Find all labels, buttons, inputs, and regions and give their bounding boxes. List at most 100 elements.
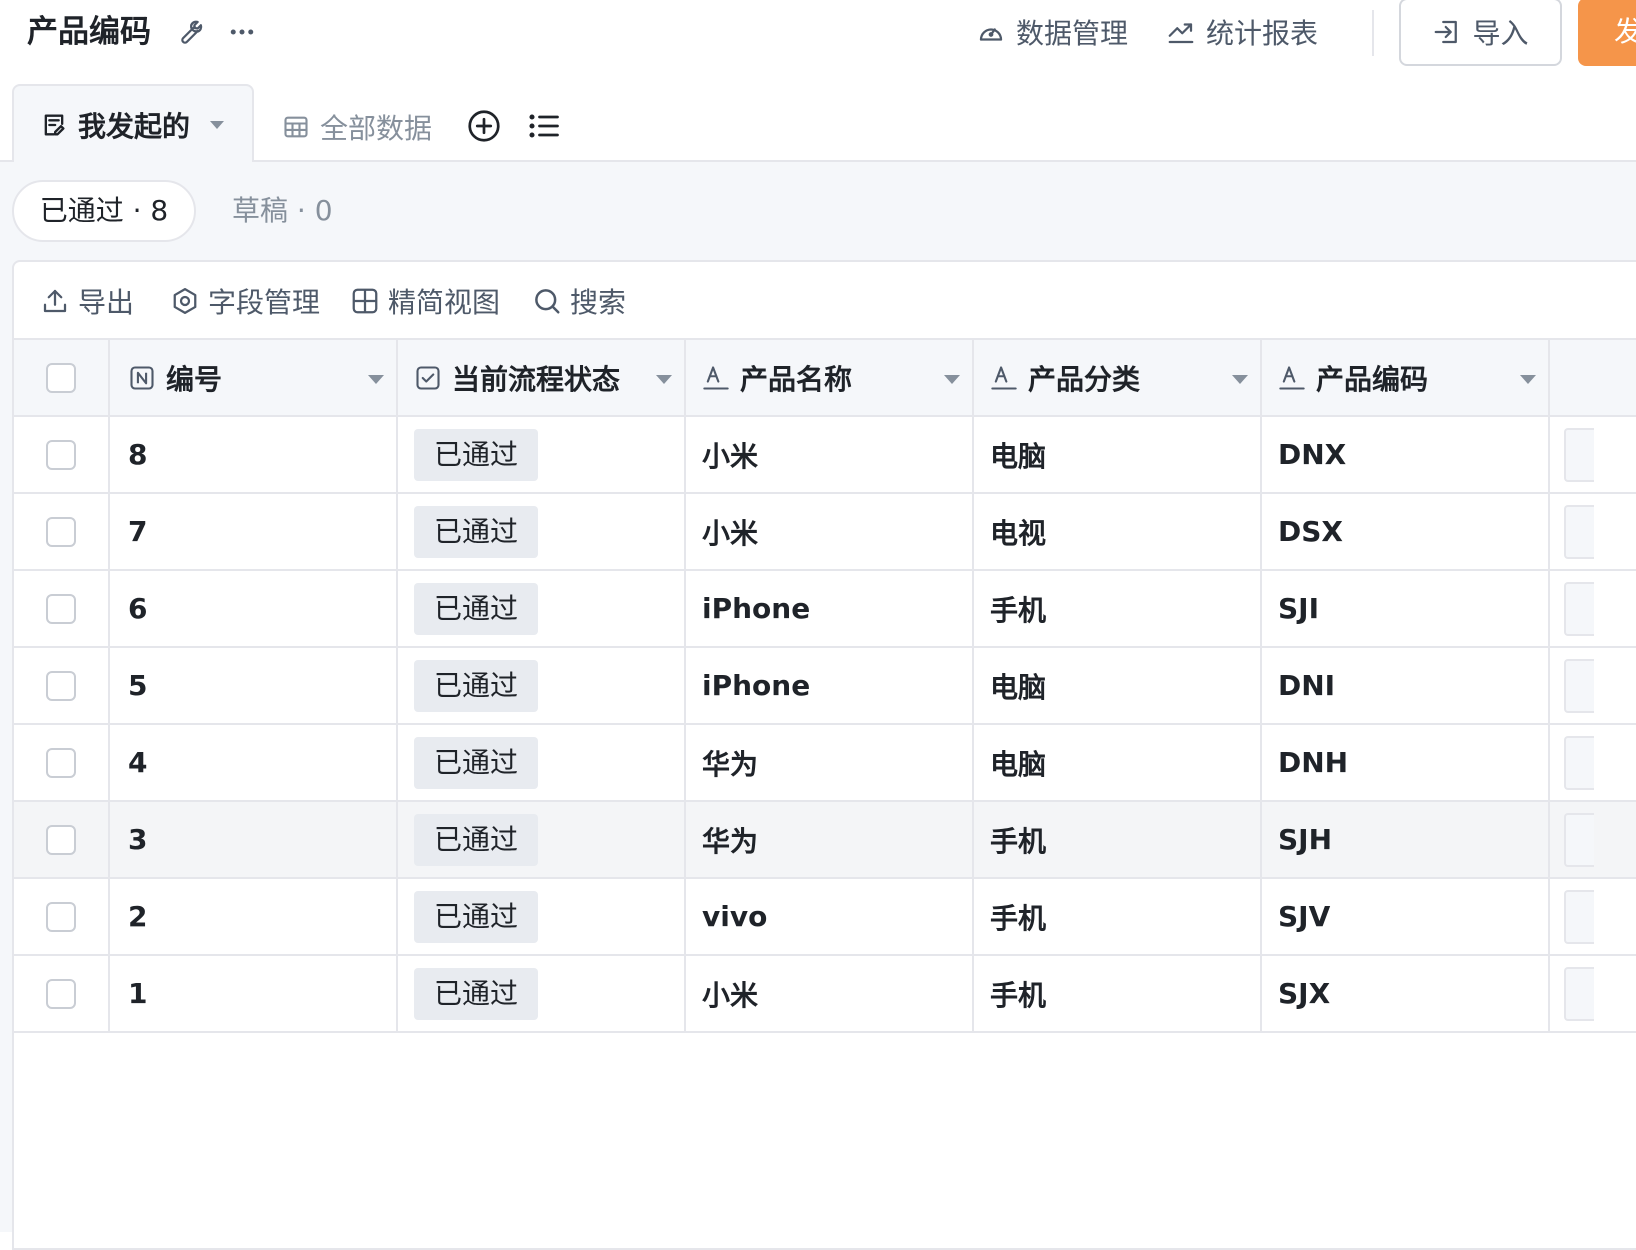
product-category: 电视 bbox=[990, 516, 1047, 550]
column-header-id[interactable]: 编号 bbox=[110, 340, 398, 415]
import-button[interactable]: 导入 bbox=[1399, 0, 1562, 66]
text-field-icon bbox=[990, 364, 1018, 392]
table-row[interactable]: 5 已通过 iPhone 电脑 DNI bbox=[14, 648, 1636, 725]
table-row[interactable]: 6 已通过 iPhone 手机 SJI bbox=[14, 571, 1636, 648]
cell-id: 7 bbox=[110, 494, 398, 569]
product-category: 手机 bbox=[990, 824, 1047, 858]
view-tab-bar: 我发起的 全部数据 bbox=[0, 66, 1636, 164]
product-name: iPhone bbox=[702, 669, 811, 702]
cell-id: 5 bbox=[110, 648, 398, 723]
tab-all-data-label: 全部数据 bbox=[320, 112, 433, 145]
row-checkbox[interactable] bbox=[46, 670, 76, 701]
table-row[interactable]: 7 已通过 小米 电视 DSX bbox=[14, 494, 1636, 571]
cell-product-code: DNI bbox=[1262, 648, 1550, 723]
filter-approved[interactable]: 已通过 · 8 bbox=[12, 180, 196, 242]
product-name: 华为 bbox=[702, 824, 759, 858]
column-header-label: 产品分类 bbox=[1028, 362, 1141, 396]
export-label: 导出 bbox=[78, 286, 135, 319]
table-row[interactable]: 2 已通过 vivo 手机 SJV bbox=[14, 879, 1636, 956]
cell-category: 电脑 bbox=[974, 417, 1262, 492]
compact-view-button[interactable]: 精简视图 bbox=[350, 280, 500, 322]
view-list-icon[interactable] bbox=[522, 104, 566, 148]
upload-icon bbox=[40, 286, 70, 316]
product-category: 手机 bbox=[990, 901, 1047, 935]
cell-product-code: SJV bbox=[1262, 879, 1550, 954]
filter-draft[interactable]: 草稿 · 0 bbox=[232, 180, 333, 242]
tab-all-data[interactable]: 全部数据 bbox=[282, 102, 432, 152]
table-row[interactable]: 8 已通过 小米 电脑 DNX bbox=[14, 417, 1636, 494]
column-menu-icon[interactable] bbox=[368, 375, 384, 384]
status-badge: 已通过 bbox=[414, 505, 539, 558]
page-title: 产品编码 bbox=[27, 14, 151, 50]
column-header-label: 产品编码 bbox=[1316, 362, 1429, 396]
row-select-cell bbox=[14, 571, 110, 646]
cell-product-name: 小米 bbox=[686, 956, 974, 1031]
column-header-product-name[interactable]: 产品名称 bbox=[686, 340, 974, 415]
row-checkbox[interactable] bbox=[46, 824, 76, 855]
cell-id: 1 bbox=[110, 956, 398, 1031]
column-menu-icon[interactable] bbox=[656, 375, 672, 384]
table-row[interactable]: 1 已通过 小米 手机 SJX bbox=[14, 956, 1636, 1033]
product-category: 手机 bbox=[990, 593, 1047, 627]
row-checkbox[interactable] bbox=[46, 593, 76, 624]
cell-category: 手机 bbox=[974, 802, 1262, 877]
row-checkbox[interactable] bbox=[46, 901, 76, 932]
truncated-cell bbox=[1564, 427, 1594, 482]
product-name: iPhone bbox=[702, 592, 811, 625]
chevron-down-icon[interactable] bbox=[210, 121, 225, 129]
product-category: 电脑 bbox=[990, 747, 1047, 781]
product-code: SJH bbox=[1278, 823, 1333, 856]
cell-status: 已通过 bbox=[398, 879, 686, 954]
cell-overflow bbox=[1550, 571, 1636, 646]
wrench-icon[interactable] bbox=[170, 14, 206, 50]
search-icon bbox=[532, 286, 562, 316]
status-badge: 已通过 bbox=[414, 890, 539, 943]
row-checkbox[interactable] bbox=[46, 439, 76, 470]
select-all-checkbox[interactable] bbox=[46, 362, 76, 393]
cell-overflow bbox=[1550, 956, 1636, 1031]
cell-product-name: iPhone bbox=[686, 571, 974, 646]
row-select-cell bbox=[14, 802, 110, 877]
data-manage-link[interactable]: 数据管理 bbox=[976, 12, 1128, 52]
cell-category: 手机 bbox=[974, 956, 1262, 1031]
add-view-icon[interactable] bbox=[462, 104, 506, 148]
tab-my-initiated[interactable]: 我发起的 bbox=[12, 84, 254, 164]
row-checkbox[interactable] bbox=[46, 516, 76, 547]
header-divider bbox=[1372, 10, 1374, 56]
column-header-category[interactable]: 产品分类 bbox=[974, 340, 1262, 415]
cell-product-code: SJH bbox=[1262, 802, 1550, 877]
more-icon[interactable] bbox=[224, 14, 260, 50]
settings-icon bbox=[170, 286, 200, 316]
column-menu-icon[interactable] bbox=[1520, 375, 1536, 384]
column-menu-icon[interactable] bbox=[944, 375, 960, 384]
data-table: 编号 当前流程状态 产品名称 产品分类 产品编码 8 已通过 小米 电脑 DNX… bbox=[14, 340, 1636, 1033]
table-row[interactable]: 4 已通过 华为 电脑 DNH bbox=[14, 725, 1636, 802]
grid-icon bbox=[350, 286, 380, 316]
import-icon bbox=[1432, 17, 1462, 47]
truncated-cell bbox=[1564, 889, 1594, 944]
cell-status: 已通过 bbox=[398, 494, 686, 569]
field-manage-button[interactable]: 字段管理 bbox=[170, 280, 320, 322]
cell-status: 已通过 bbox=[398, 571, 686, 646]
row-id: 5 bbox=[128, 669, 148, 702]
cell-product-code: SJI bbox=[1262, 571, 1550, 646]
publish-button[interactable]: 发 bbox=[1578, 0, 1636, 66]
table-row[interactable]: 3 已通过 华为 手机 SJH bbox=[14, 802, 1636, 879]
row-checkbox[interactable] bbox=[46, 747, 76, 778]
row-select-cell bbox=[14, 417, 110, 492]
product-name: 小米 bbox=[702, 978, 759, 1012]
stats-report-label: 统计报表 bbox=[1206, 17, 1319, 50]
column-header-product-code[interactable]: 产品编码 bbox=[1262, 340, 1550, 415]
column-menu-icon[interactable] bbox=[1232, 375, 1248, 384]
form-icon bbox=[40, 111, 68, 139]
product-category: 电脑 bbox=[990, 670, 1047, 704]
row-checkbox[interactable] bbox=[46, 978, 76, 1009]
dashboard-icon bbox=[976, 17, 1006, 47]
product-code: DSX bbox=[1278, 515, 1343, 548]
search-button[interactable]: 搜索 bbox=[532, 280, 626, 322]
export-button[interactable]: 导出 bbox=[40, 280, 134, 322]
stats-report-link[interactable]: 统计报表 bbox=[1166, 12, 1318, 52]
truncated-cell bbox=[1564, 812, 1594, 867]
column-header-status[interactable]: 当前流程状态 bbox=[398, 340, 686, 415]
cell-category: 电视 bbox=[974, 494, 1262, 569]
